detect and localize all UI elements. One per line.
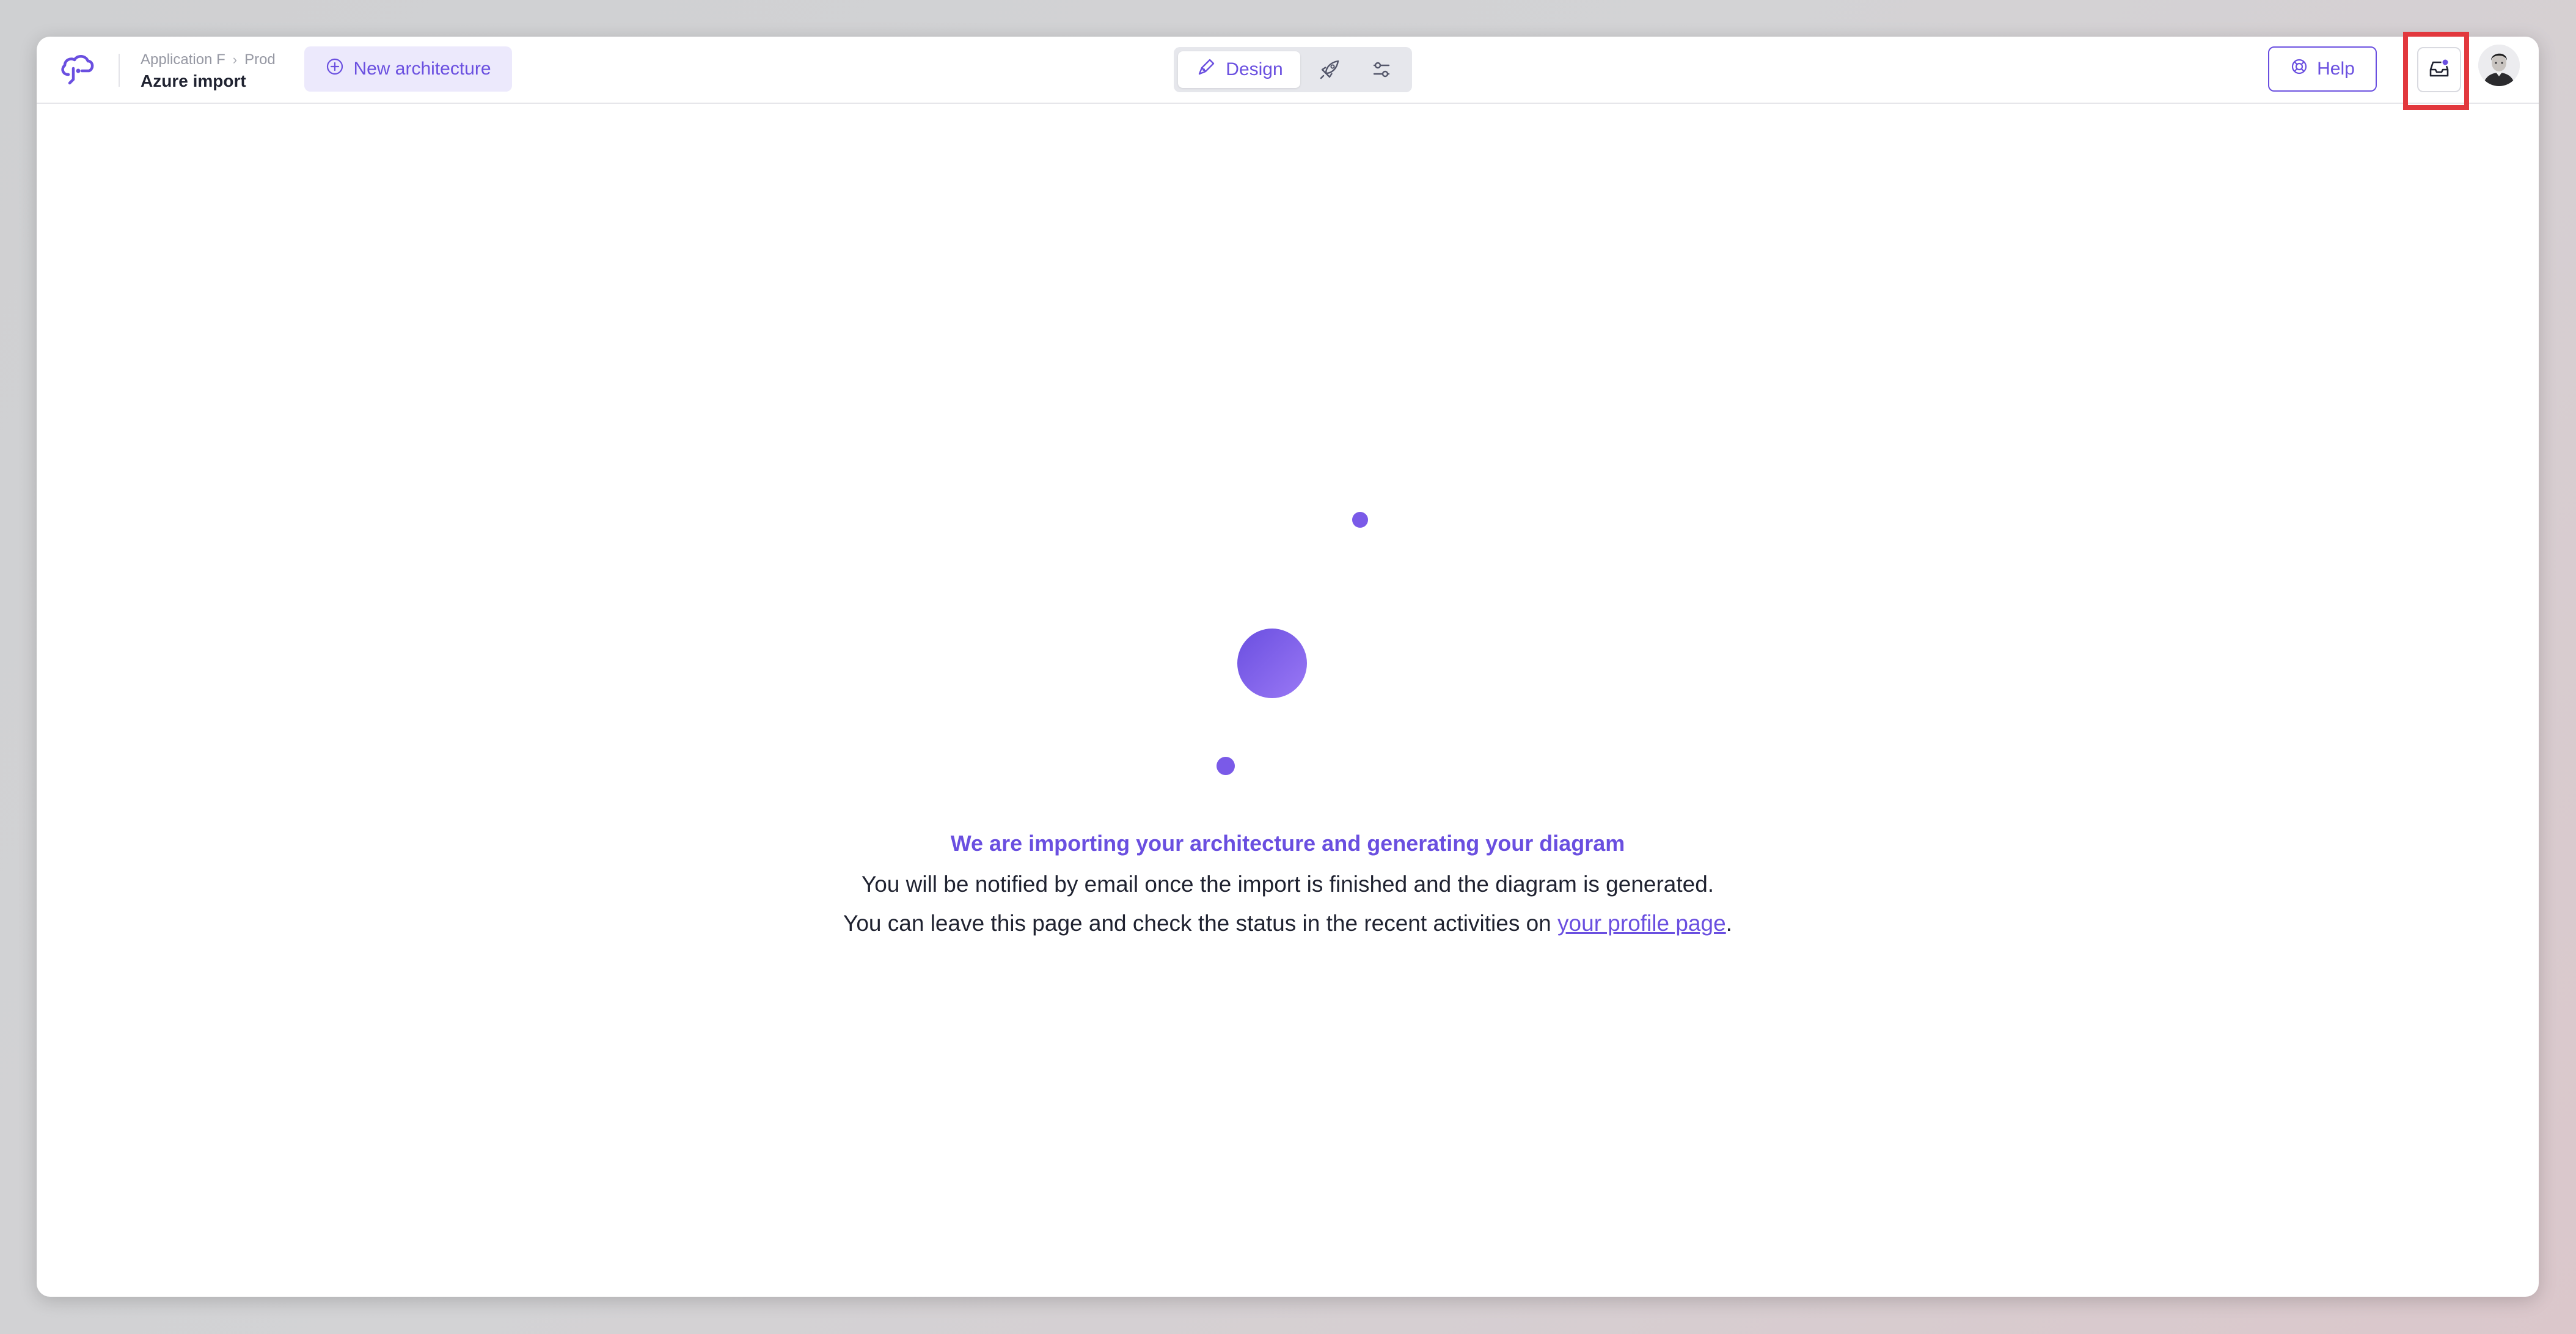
- sliders-icon[interactable]: [1369, 57, 1394, 82]
- loader-dot-bottom: [1217, 757, 1235, 775]
- plus-circle-icon: [325, 57, 345, 81]
- lifebuoy-icon: [2290, 57, 2308, 81]
- loader-dot-top: [1352, 512, 1368, 528]
- logo-icon[interactable]: [57, 50, 97, 87]
- profile-page-link[interactable]: your profile page: [1557, 911, 1726, 936]
- mode-toggle: Design: [1174, 47, 1412, 92]
- breadcrumb-separator: ›: [232, 52, 238, 67]
- design-mode-button[interactable]: Design: [1178, 51, 1300, 88]
- import-status: We are importing your architecture and g…: [37, 822, 2539, 943]
- rocket-icon[interactable]: [1317, 57, 1342, 82]
- pen-icon: [1195, 56, 1217, 83]
- top-bar: Application F › Prod Azure import New ar…: [37, 37, 2539, 104]
- architecture-title: Azure import: [141, 71, 246, 90]
- import-status-hint-text: You can leave this page and check the st…: [843, 911, 1558, 936]
- import-status-message: You will be notified by email once the i…: [861, 872, 1714, 897]
- import-status-title: We are importing your architecture and g…: [950, 831, 1625, 856]
- new-architecture-label: New architecture: [353, 59, 491, 79]
- help-label: Help: [2317, 59, 2355, 79]
- new-architecture-button[interactable]: New architecture: [304, 46, 512, 92]
- notifications-highlight: [2403, 32, 2469, 110]
- help-button[interactable]: Help: [2268, 46, 2377, 92]
- import-status-hint-end: .: [1725, 911, 1732, 936]
- breadcrumb-environment[interactable]: Prod: [244, 51, 276, 68]
- loading-animation: [1217, 512, 1368, 775]
- breadcrumb-application[interactable]: Application F: [141, 51, 225, 68]
- breadcrumb: Application F › Prod: [141, 51, 276, 68]
- design-mode-label: Design: [1226, 59, 1283, 79]
- app-window: Application F › Prod Azure import New ar…: [37, 37, 2539, 1297]
- import-status-hint: You can leave this page and check the st…: [37, 904, 2539, 943]
- loader-orb: [1237, 629, 1307, 698]
- avatar[interactable]: [2478, 45, 2520, 86]
- header-divider: [119, 54, 120, 87]
